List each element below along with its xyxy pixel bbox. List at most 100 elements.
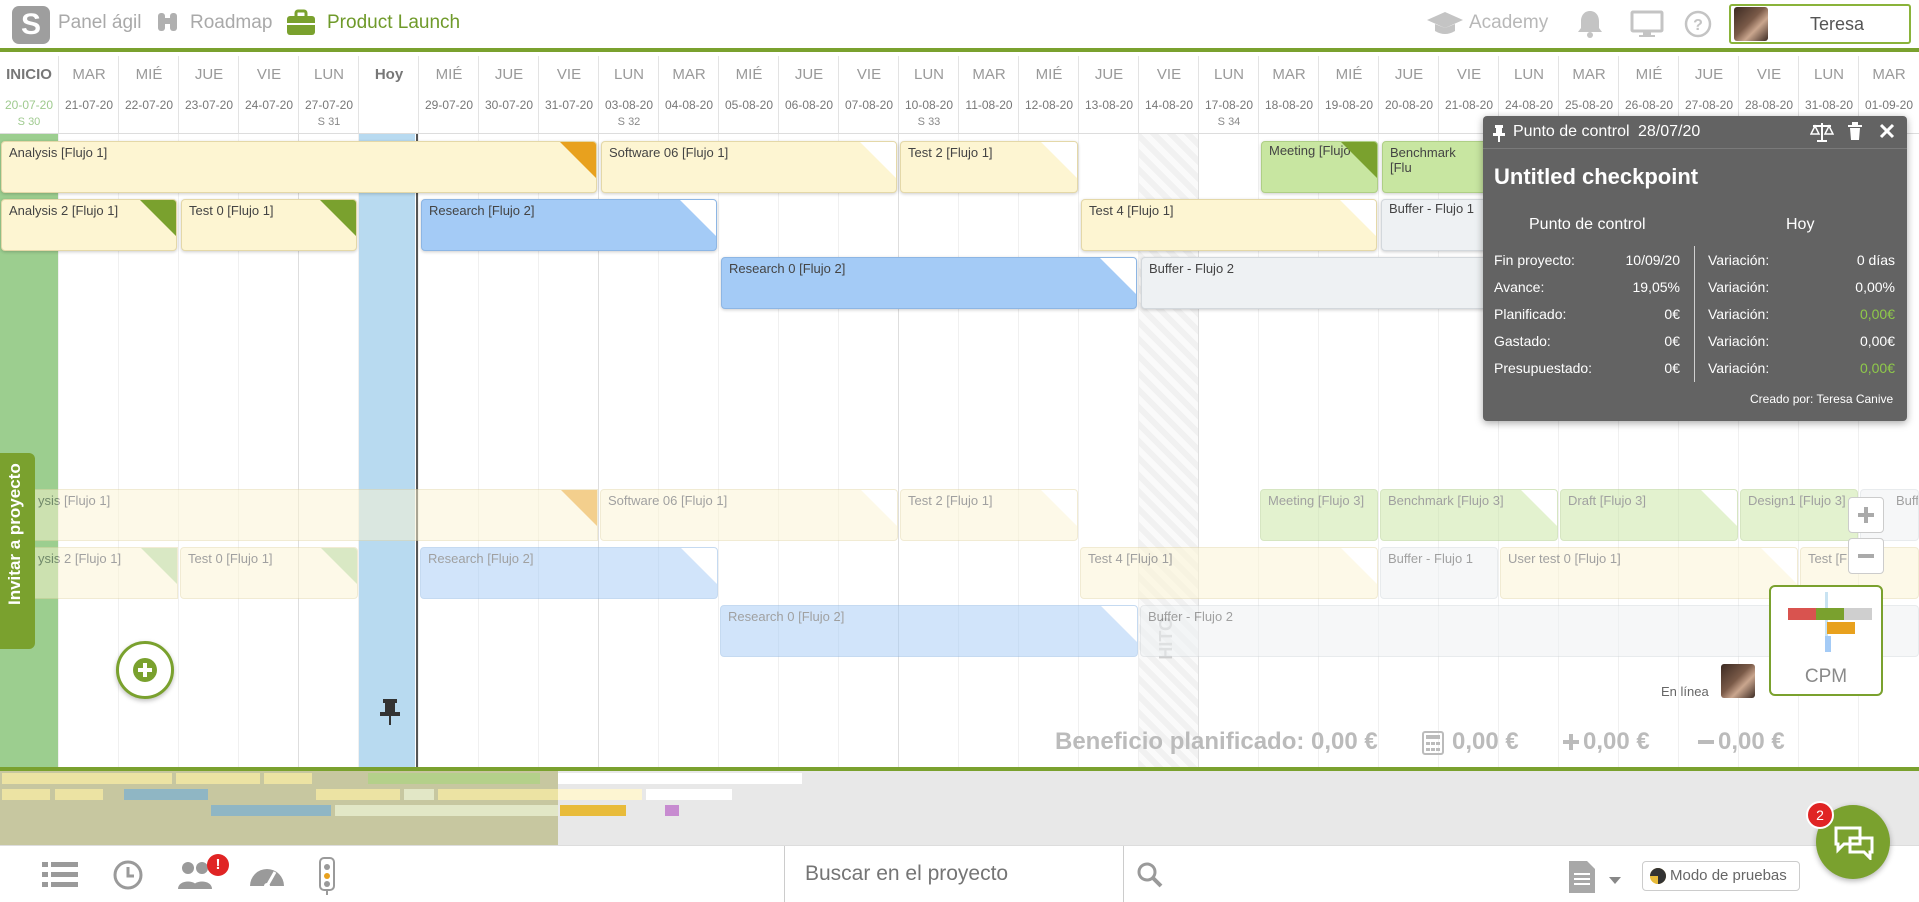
task-label: Benchmark [Flujo 3] [1388, 493, 1504, 508]
header-column[interactable]: MIÉ 22-07-20 [118, 56, 178, 133]
binoculars-icon[interactable] [155, 9, 181, 41]
search-input[interactable] [803, 858, 1107, 890]
header-date: 12-08-20 [1024, 98, 1074, 112]
monitor-icon[interactable] [1630, 9, 1664, 45]
header-start[interactable]: INICIO 20-07-20 S 30 [0, 56, 58, 133]
header-day: VIE [1456, 66, 1482, 83]
timeline-minimap[interactable] [0, 771, 1919, 845]
header-column[interactable]: JUE 06-08-20 [778, 56, 838, 133]
help-icon[interactable]: ? [1683, 9, 1713, 45]
popup-variation-label: Variación: [1708, 333, 1770, 349]
task-analysis[interactable]: Analysis [Flujo 1] [1, 141, 597, 193]
task-corner [140, 200, 176, 236]
clock-icon[interactable] [112, 859, 144, 891]
header-date: 05-08-20 [724, 98, 774, 112]
task-research[interactable]: Research [Flujo 2] [421, 199, 717, 251]
cpm-button[interactable]: CPM [1769, 585, 1883, 696]
checkpoint-popup: Punto de control 28/07/20 Untitled check… [1483, 116, 1907, 421]
task-label: Research [Flujo 2] [429, 203, 535, 218]
task-test-2[interactable]: Test 2 [Flujo 1] [900, 141, 1078, 193]
nav-product-launch[interactable]: Product Launch [327, 12, 460, 34]
header-day: LUN [1813, 66, 1844, 83]
task-buffer-flujo-1[interactable]: Buffer - Flujo 1 [1381, 199, 1487, 251]
header-date: 26-08-20 [1624, 98, 1674, 112]
bell-icon[interactable] [1575, 8, 1605, 46]
online-user-avatar[interactable] [1721, 664, 1755, 698]
ghost-task-user-test-0: User test 0 [Flujo 1] [1500, 547, 1798, 599]
header-day: MAR [672, 66, 706, 83]
header-column[interactable]: MAR 04-08-20 [658, 56, 718, 133]
graduation-cap-icon[interactable] [1426, 9, 1464, 43]
header-column[interactable]: MIÉ 05-08-20 [718, 56, 778, 133]
trash-icon[interactable] [1847, 122, 1863, 140]
pin-icon[interactable] [377, 697, 403, 727]
add-task-button[interactable] [116, 641, 174, 699]
zoom-in-button[interactable] [1848, 497, 1884, 533]
close-icon[interactable] [1879, 123, 1895, 139]
briefcase-icon[interactable] [285, 9, 317, 43]
header-column[interactable]: JUE 13-08-20 [1078, 56, 1138, 133]
header-column[interactable]: MIÉ 12-08-20 [1018, 56, 1078, 133]
task-corner [561, 490, 597, 526]
zoom-out-button[interactable] [1848, 538, 1884, 574]
header-column[interactable]: LUN 03-08-20 S 32 [598, 56, 658, 133]
nav-academy[interactable]: Academy [1469, 12, 1548, 34]
header-column[interactable]: VIE 14-08-20 [1138, 56, 1198, 133]
nav-panel-agil[interactable]: Panel ágil [58, 12, 141, 34]
task-benchmark[interactable]: Benchmark [Flu [1382, 141, 1487, 193]
task-test-0[interactable]: Test 0 [Flujo 1] [181, 199, 357, 251]
header-column[interactable]: JUE 30-07-20 [478, 56, 538, 133]
popup-variation-label: Variación: [1708, 360, 1770, 376]
task-research-0[interactable]: Research 0 [Flujo 2] [721, 257, 1137, 309]
invite-to-project-tab[interactable]: Invitar a proyecto [0, 453, 35, 649]
header-column[interactable]: VIE 07-08-20 [838, 56, 898, 133]
header-column[interactable]: JUE 20-08-20 [1378, 56, 1438, 133]
task-analysis-2[interactable]: Analysis 2 [Flujo 1] [1, 199, 177, 251]
document-icon[interactable] [1567, 860, 1597, 894]
header-day: MAR [1272, 66, 1306, 83]
task-test-4[interactable]: Test 4 [Flujo 1] [1081, 199, 1377, 251]
task-software-06[interactable]: Software 06 [Flujo 1] [601, 141, 897, 193]
header-column[interactable]: VIE 24-07-20 [238, 56, 298, 133]
task-label: Meeting [Flujo 3] [1268, 493, 1365, 508]
online-label: En línea [1661, 684, 1709, 699]
header-column[interactable]: MAR 11-08-20 [958, 56, 1018, 133]
task-meeting[interactable]: Meeting [Flujo 3] [1261, 141, 1378, 193]
header-column[interactable]: JUE 23-07-20 [178, 56, 238, 133]
project-search[interactable] [784, 846, 1124, 902]
nav-roadmap[interactable]: Roadmap [190, 12, 272, 34]
traffic-light-icon[interactable] [318, 856, 336, 896]
task-buffer-flujo-2[interactable]: Buffer - Flujo 2 [1141, 257, 1487, 309]
popup-row-label: Presupuestado: [1494, 360, 1593, 376]
header-column[interactable]: LUN 10-08-20 S 33 [898, 56, 958, 133]
cpm-label: CPM [1804, 666, 1848, 687]
header-date: 25-08-20 [1564, 98, 1614, 112]
header-column[interactable]: LUN 27-07-20 S 31 [298, 56, 358, 133]
header-date: 21-08-20 [1444, 98, 1494, 112]
app-logo[interactable]: S [12, 6, 50, 44]
header-date: 17-08-20 [1204, 98, 1254, 112]
header-day: JUE [194, 66, 224, 83]
task-label: Test 2 [Flujo 1] [908, 145, 993, 160]
header-column[interactable]: MIÉ 19-08-20 [1318, 56, 1378, 133]
popup-col-left: Punto de control [1529, 216, 1646, 233]
header-column[interactable]: LUN 17-08-20 S 34 [1198, 56, 1258, 133]
scale-icon[interactable] [1810, 121, 1834, 143]
header-date: 22-07-20 [124, 98, 174, 112]
minimap-bar [665, 805, 679, 816]
task-corner [1101, 606, 1137, 642]
header-column[interactable]: MAR 18-08-20 [1258, 56, 1318, 133]
popup-header-date: 28/07/20 [1638, 123, 1701, 140]
user-menu[interactable]: Teresa [1729, 4, 1911, 44]
header-column[interactable]: VIE 31-07-20 [538, 56, 598, 133]
header-column[interactable]: Hoy 28-07-20 [358, 56, 418, 133]
header-column[interactable]: MAR 21-07-20 [58, 56, 118, 133]
chevron-down-icon[interactable] [1609, 877, 1621, 885]
header-column[interactable]: MIÉ 29-07-20 [418, 56, 478, 133]
search-icon[interactable] [1137, 862, 1163, 888]
dashboard-gauge-icon[interactable] [248, 860, 286, 890]
list-icon[interactable] [42, 860, 78, 890]
header-day: MIÉ [135, 66, 163, 83]
minimap-bar [124, 789, 208, 800]
test-mode-button[interactable]: Modo de pruebas [1642, 861, 1800, 891]
